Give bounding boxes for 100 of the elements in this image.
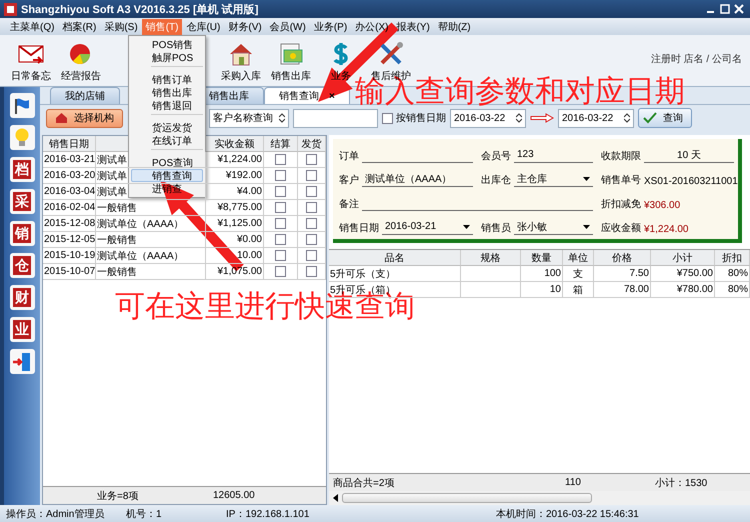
house-icon (55, 112, 68, 124)
menu-item[interactable]: 采购(S) (100, 18, 142, 34)
record-count: 业务=8项 (96, 490, 140, 502)
checkbox[interactable] (306, 170, 317, 181)
query-button[interactable]: 查询 (638, 108, 692, 128)
column-header: 折扣 (715, 250, 750, 266)
menu-item[interactable]: 仓库(U) (182, 18, 224, 34)
checkbox[interactable] (306, 250, 317, 261)
menu-item[interactable]: 主菜单(Q) (6, 18, 58, 34)
check-icon (643, 112, 657, 124)
checkbox[interactable] (306, 218, 317, 229)
column-header: 结算 (264, 136, 298, 152)
sidebar-button[interactable]: 采 (10, 189, 34, 214)
menu-item[interactable]: 业务(P) (310, 18, 352, 34)
sidebar-button[interactable]: 仓 (10, 253, 34, 278)
field-label: 销售单号 (601, 174, 641, 187)
by-date-checkbox[interactable]: 按销售日期 (382, 111, 446, 125)
search-mode-select[interactable]: 客户名称查询 (209, 108, 289, 128)
checkbox[interactable] (275, 266, 286, 277)
table-cell: ¥192.00 (206, 168, 264, 184)
warehouse-select[interactable]: 主仓库 (514, 171, 593, 187)
table-cell: ¥1,224.00 (206, 152, 264, 168)
toolbar-button[interactable]: 日常备忘 (6, 42, 56, 83)
column-header: 发货 (298, 136, 326, 152)
menu-item[interactable]: 报表(Y) (392, 18, 434, 34)
sidebar-button[interactable] (10, 125, 34, 150)
toolbar-button[interactable]: 采购入库 (216, 42, 266, 83)
window-title: Shangzhiyou Soft A3 V2016.3.25 [单机 试用版] (21, 2, 260, 16)
scroll-left-icon[interactable] (333, 494, 338, 502)
status-text: 操作员：Admin管理员 (6, 508, 106, 520)
menu-item[interactable]: 触屏POS (131, 51, 203, 64)
table-cell: 80% (715, 282, 750, 298)
discount-value: ¥306.00 (644, 200, 680, 211)
menu-item[interactable]: POS查询 (131, 156, 203, 169)
checkbox[interactable] (306, 202, 317, 213)
column-header: 价格 (594, 250, 651, 266)
maximize-icon[interactable] (720, 4, 730, 14)
spin-icon (516, 113, 522, 123)
total-quantity: 110 (564, 477, 582, 488)
checkbox[interactable] (275, 154, 286, 165)
status-text: 本机时间：2016-03-22 15:46:31 (496, 508, 640, 520)
table-cell: 80% (715, 266, 750, 282)
customer-field[interactable]: 测试单位（AAAA） (362, 171, 473, 187)
table-cell (461, 282, 521, 298)
menu-item[interactable]: POS销售 (131, 38, 203, 51)
checkbox[interactable] (306, 266, 317, 277)
spin-icon (279, 113, 285, 123)
select-org-button[interactable]: 选择机构 (46, 108, 123, 128)
checkbox[interactable] (275, 250, 286, 261)
sidebar-button[interactable]: 档 (10, 157, 34, 182)
app-logo-icon (4, 2, 17, 16)
menu-item[interactable]: 会员(W) (266, 18, 310, 34)
horizontal-scrollbar[interactable] (329, 491, 750, 505)
checkbox[interactable] (306, 234, 317, 245)
checkbox[interactable] (275, 234, 286, 245)
date-from-field[interactable]: 2016-03-22 (450, 108, 526, 128)
toolbar-button[interactable]: 经营报告 (56, 42, 106, 83)
field-label: 折扣减免 (601, 198, 641, 211)
seller-select[interactable]: 张小敏 (514, 219, 593, 235)
sidebar-button[interactable]: 财 (10, 285, 34, 310)
table-cell: ¥8,775.00 (206, 200, 264, 216)
light-bulb-icon (14, 128, 30, 148)
sidebar-button[interactable]: 销 (10, 221, 34, 246)
checkbox[interactable] (275, 186, 286, 197)
member-field[interactable]: 123 (514, 147, 593, 163)
checkbox[interactable] (275, 170, 286, 181)
term-field[interactable]: 10 天 (644, 147, 734, 163)
tab[interactable]: 我的店铺 (50, 87, 120, 104)
date-select[interactable]: 2016-03-21 (382, 219, 473, 235)
table-cell: 测试单位（AAAA） (96, 248, 206, 264)
dropdown-icon (583, 224, 590, 228)
sidebar-button[interactable] (10, 349, 34, 374)
menu-item[interactable]: 档案(R) (58, 18, 100, 34)
field-label: 应收金额 (601, 222, 641, 235)
table-cell: 78.00 (594, 282, 651, 298)
menu-item[interactable]: 办公(X) (351, 18, 392, 34)
search-field[interactable] (293, 108, 378, 128)
sidebar-button[interactable] (10, 93, 34, 118)
field-label: 会员号 (481, 150, 511, 163)
column-header: 小计 (651, 250, 715, 266)
spin-icon (624, 113, 630, 123)
column-header: 实收金额 (206, 136, 264, 152)
menu-item[interactable]: 财务(V) (224, 18, 266, 34)
menu-item[interactable]: 销售查询 (131, 169, 203, 182)
menu-item[interactable]: 在线订单 (131, 134, 203, 147)
table-cell: 箱 (563, 282, 594, 298)
flag-icon (13, 96, 31, 114)
checkbox[interactable] (306, 154, 317, 165)
date-to-field[interactable]: 2016-03-22 (558, 108, 634, 128)
toolbar-button[interactable]: 销售出库 (266, 42, 316, 83)
dropdown-icon (463, 224, 470, 228)
checkbox[interactable] (275, 218, 286, 229)
menu-item[interactable]: 货运发货 (131, 121, 203, 134)
sidebar-button[interactable]: 业 (10, 317, 34, 342)
close-icon[interactable] (734, 4, 744, 14)
checkbox[interactable] (275, 202, 286, 213)
total-amount: 12605.00 (212, 490, 256, 501)
menu-item[interactable]: 销售订单 (131, 73, 203, 86)
checkbox[interactable] (306, 186, 317, 197)
menu-item[interactable]: 帮助(Z) (434, 18, 475, 34)
